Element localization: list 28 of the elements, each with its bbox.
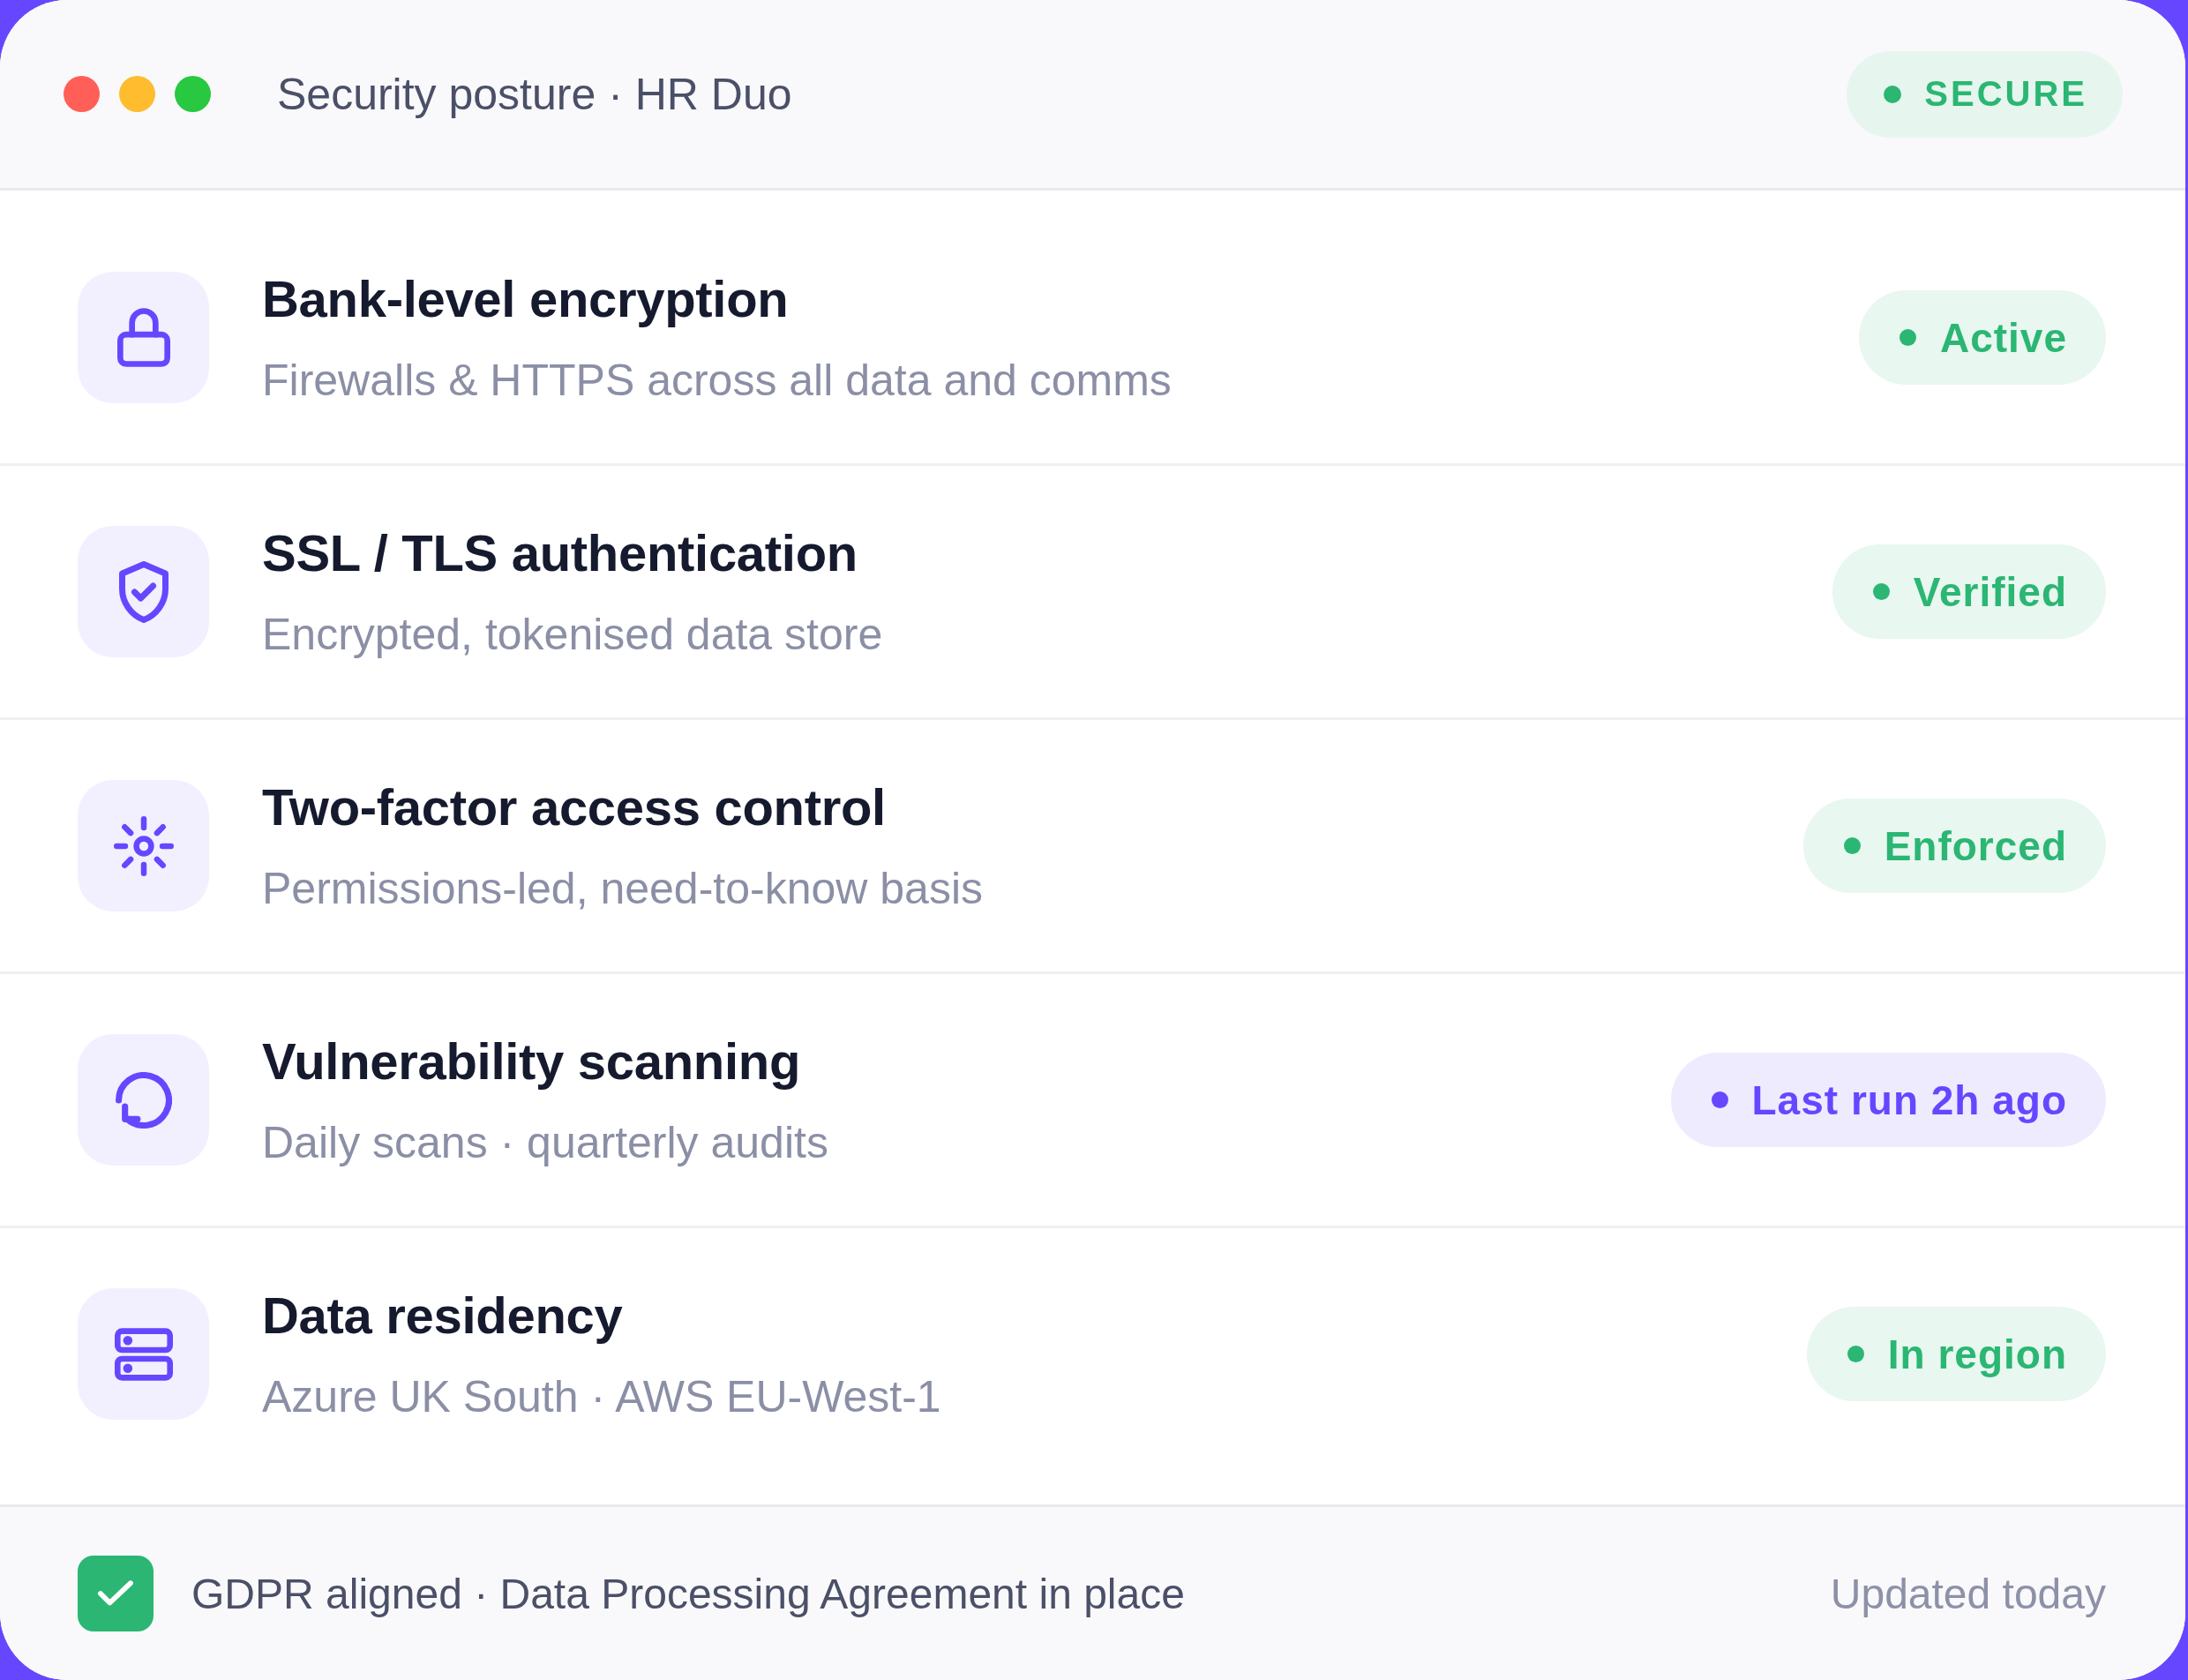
status-label: SECURE xyxy=(1924,74,2087,114)
status-label: Verified xyxy=(1913,567,2067,616)
status-label: Enforced xyxy=(1884,821,2067,870)
feature-title: Vulnerability scanning xyxy=(262,1031,801,1091)
feature-title: SSL / TLS authentication xyxy=(262,523,858,583)
feature-description: Daily scans · quarterly audits xyxy=(262,1117,828,1169)
status-label: Last run 2h ago xyxy=(1751,1076,2067,1124)
feature-description: Permissions-led, need-to-know basis xyxy=(262,863,984,915)
status-label: In region xyxy=(1887,1330,2067,1378)
server-icon xyxy=(78,1288,209,1420)
compliance-note: GDPR aligned · Data Processing Agreement in place xyxy=(191,1569,1185,1618)
minimize-button[interactable] xyxy=(119,76,155,112)
feature-title: Two-factor access control xyxy=(262,777,886,837)
window-title: Security posture · HR Duo xyxy=(277,68,792,120)
close-button[interactable] xyxy=(64,76,100,112)
feature-description: Azure UK South · AWS EU-West-1 xyxy=(262,1371,941,1423)
maximize-button[interactable] xyxy=(175,76,211,112)
lock-icon xyxy=(78,272,209,403)
shield-check-icon xyxy=(78,526,209,657)
status-label: Active xyxy=(1939,313,2067,362)
feature-description: Encrypted, tokenised data store xyxy=(262,609,883,661)
feature-title: Bank-level encryption xyxy=(262,269,789,329)
sun-icon xyxy=(78,780,209,911)
updated-label: Updated today xyxy=(1830,1569,2106,1618)
feature-description: Firewalls & HTTPS across all data and comms xyxy=(262,355,1172,407)
check-icon xyxy=(78,1556,154,1631)
feature-title: Data residency xyxy=(262,1286,623,1346)
refresh-icon xyxy=(78,1034,209,1166)
